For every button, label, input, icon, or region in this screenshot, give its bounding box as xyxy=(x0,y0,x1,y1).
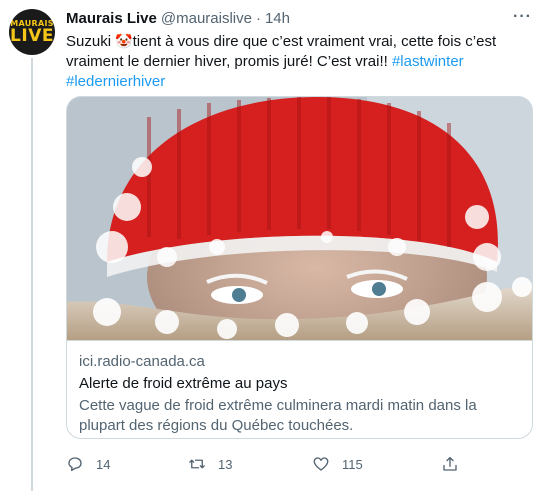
avatar[interactable]: MAURAIS LIVE xyxy=(9,9,55,55)
card-image[interactable] xyxy=(67,97,532,340)
reply-button[interactable]: 14 xyxy=(66,452,110,476)
card-domain: ici.radio-canada.ca xyxy=(79,353,205,370)
card-title: Alerte de froid extrême au pays xyxy=(79,375,288,392)
retweet-icon xyxy=(189,459,205,469)
tweet-text: Suzuki 🤡tient à vous dire que c’est vrai… xyxy=(66,31,536,92)
share-button[interactable] xyxy=(441,452,471,476)
frozen-face-illustration xyxy=(67,97,532,340)
separator-dot: · xyxy=(255,9,261,27)
hashtag-ledernierhiver[interactable]: #ledernierhiver xyxy=(66,73,165,90)
card-meta[interactable]: ici.radio-canada.ca Alerte de froid extr… xyxy=(67,340,532,438)
avatar-text-bottom: LIVE xyxy=(10,26,54,46)
tweet[interactable]: MAURAIS LIVE Maurais Live @mauraislive ·… xyxy=(0,0,550,491)
author-handle[interactable]: @mauraislive xyxy=(161,10,252,27)
retweet-button[interactable]: 13 xyxy=(188,452,232,476)
retweet-count: 13 xyxy=(218,456,233,472)
share-icon xyxy=(443,456,457,471)
reply-count: 14 xyxy=(96,456,111,472)
clown-emoji-icon: 🤡 xyxy=(115,33,133,49)
more-horizontal-icon[interactable]: ··· xyxy=(513,8,532,26)
reply-icon xyxy=(68,457,82,472)
link-card[interactable]: ici.radio-canada.ca Alerte de froid extr… xyxy=(66,96,533,439)
author-name[interactable]: Maurais Live xyxy=(66,10,157,27)
hashtag-lastwinter[interactable]: #lastwinter xyxy=(392,53,464,70)
tweet-text-part1: Suzuki xyxy=(66,33,112,50)
tweet-header: Maurais Live @mauraislive · 14h ··· xyxy=(66,8,540,28)
like-button[interactable]: 115 xyxy=(312,452,363,476)
like-count: 115 xyxy=(342,456,363,472)
timestamp[interactable]: 14h xyxy=(265,10,290,27)
card-description: Cette vague de froid extrême culminera m… xyxy=(79,397,477,434)
action-bar: 14 13 115 xyxy=(66,452,466,476)
thread-line xyxy=(31,58,33,491)
heart-icon xyxy=(313,457,329,471)
